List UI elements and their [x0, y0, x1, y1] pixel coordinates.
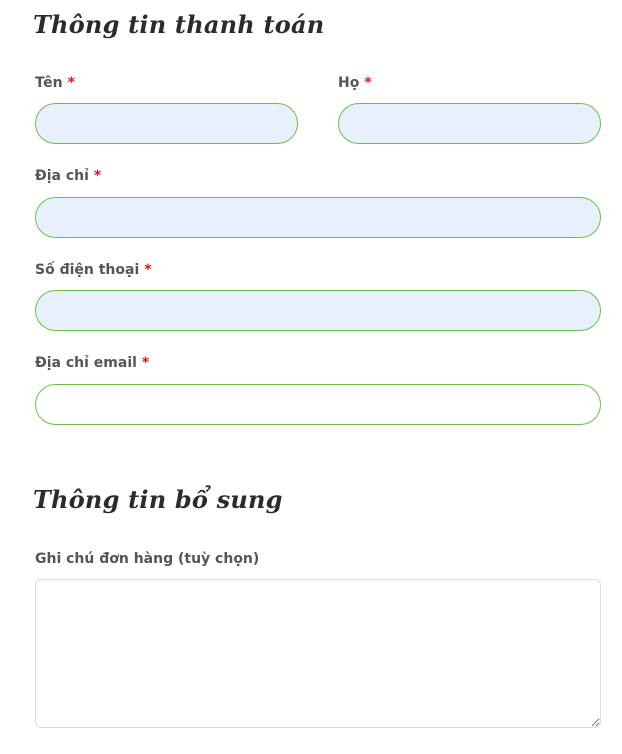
required-mark: * — [67, 75, 75, 91]
billing-section-title: Thông tin thanh toán — [33, 10, 325, 39]
email-label-text: Địa chỉ email — [35, 355, 137, 371]
email-input[interactable] — [35, 384, 601, 425]
required-mark: * — [141, 355, 150, 371]
order-notes-textarea[interactable] — [35, 579, 601, 728]
phone-label: Số điện thoại * — [35, 262, 152, 278]
order-notes-label: Ghi chú đơn hàng (tuỳ chọn) — [35, 551, 260, 567]
last-name-label: Họ * — [338, 75, 372, 91]
required-mark: * — [93, 168, 102, 184]
required-mark: * — [364, 75, 372, 91]
first-name-input[interactable] — [35, 103, 298, 144]
last-name-label-text: Họ — [338, 75, 360, 91]
first-name-label-text: Tên — [35, 75, 63, 91]
address-label: Địa chỉ * — [35, 168, 101, 184]
email-label: Địa chỉ email * — [35, 355, 149, 371]
phone-label-text: Số điện thoại — [35, 262, 140, 278]
address-input[interactable] — [35, 197, 601, 238]
address-label-text: Địa chỉ — [35, 168, 89, 184]
last-name-input[interactable] — [338, 103, 601, 144]
first-name-label: Tên * — [35, 75, 75, 91]
additional-info-section-title: Thông tin bổ sung — [33, 485, 283, 514]
required-mark: * — [144, 262, 152, 278]
phone-input[interactable] — [35, 290, 601, 331]
